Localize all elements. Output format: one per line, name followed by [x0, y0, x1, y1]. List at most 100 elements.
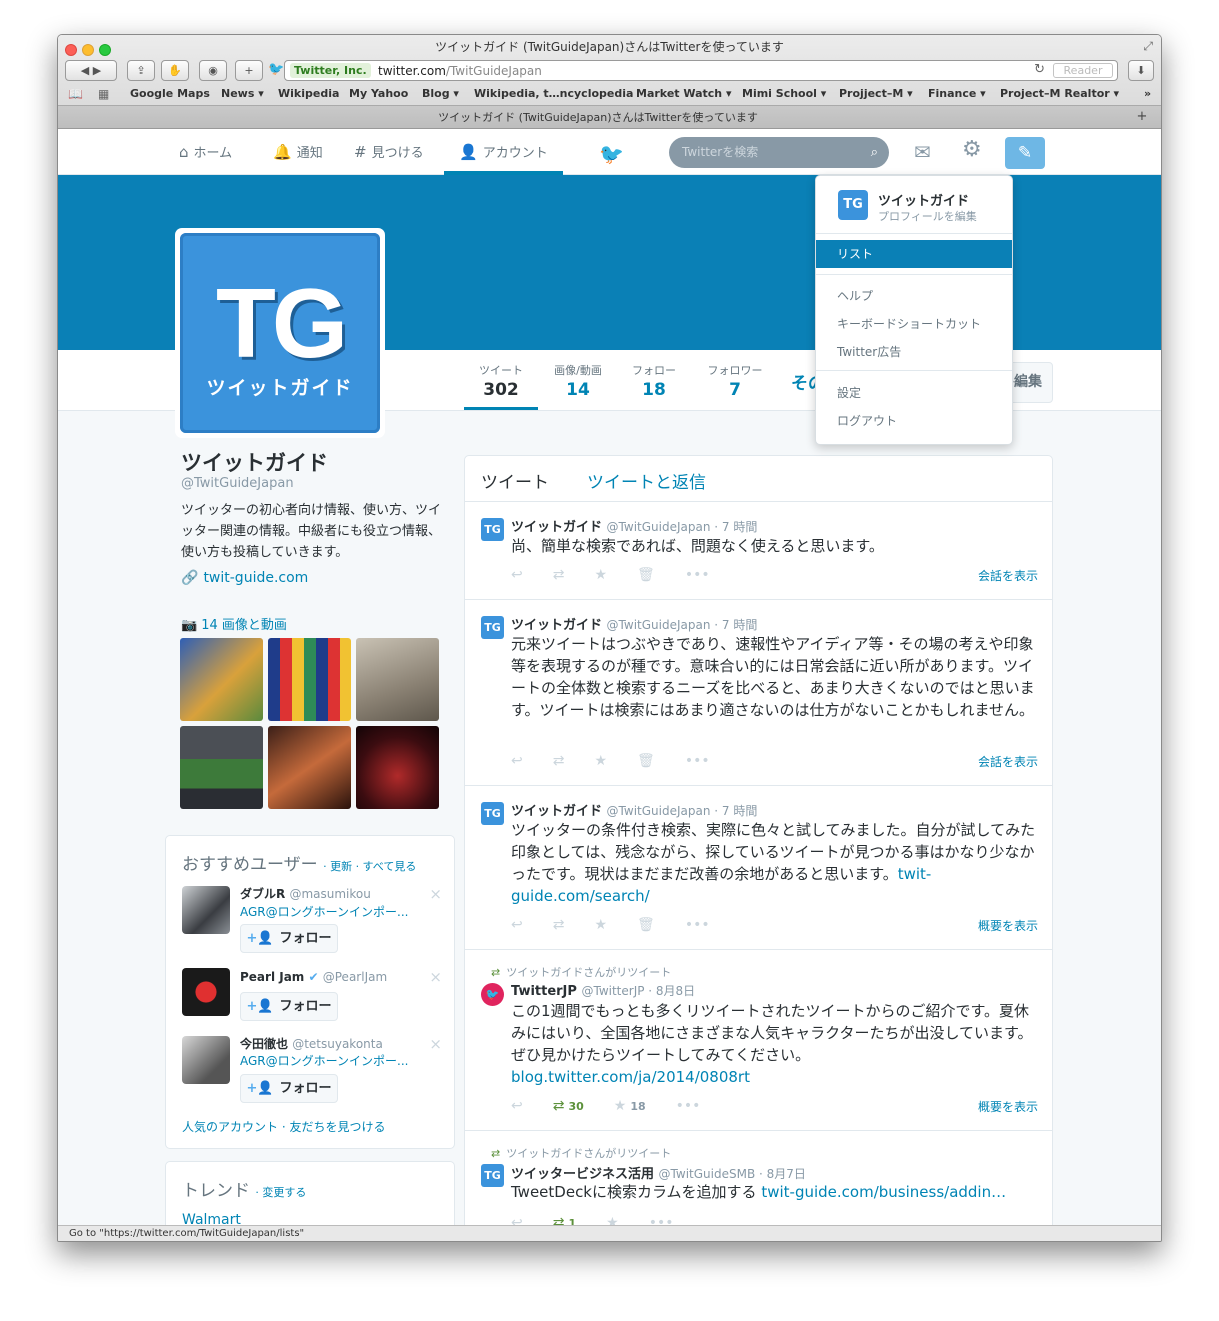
direct-messages-icon[interactable]: ✉ — [914, 140, 931, 164]
avatar[interactable]: TG — [481, 802, 504, 825]
delete-icon[interactable]: 🗑 — [637, 753, 655, 769]
minimize-window-button[interactable] — [82, 44, 94, 56]
tweet-link[interactable]: twit-guide.com/business/addin… — [761, 1183, 1006, 1201]
new-tab-button[interactable]: + — [1131, 108, 1153, 126]
bookmark-item[interactable]: Wikipedia, t…ncyclopedia — [474, 87, 633, 100]
downloads-icon[interactable]: ⬇ — [1128, 60, 1154, 81]
reader-button[interactable]: Reader — [1053, 63, 1113, 78]
follow-button[interactable]: +👤 フォロー — [240, 992, 338, 1021]
photos-header[interactable]: 📷 14 画像と動画 — [181, 614, 287, 633]
close-window-button[interactable] — [65, 44, 77, 56]
suggested-user-context[interactable]: AGR@ロングホーンインポー... — [240, 1052, 408, 1069]
trends-change-link[interactable]: · 変更する — [255, 1186, 306, 1199]
retweet-context[interactable]: ⇄ ツイットガイドさんがリツイート — [491, 964, 671, 980]
follow-button[interactable]: +👤 フォロー — [240, 924, 338, 953]
view-summary-link[interactable]: 概要を表示 — [978, 1098, 1038, 1115]
search-icon[interactable]: ⌕ — [871, 137, 878, 168]
tweet-link[interactable]: blog.twitter.com/ja/2014/0808rt — [511, 1068, 750, 1086]
favorite-icon[interactable]: ★ 18 — [614, 1098, 646, 1114]
retweet-icon[interactable]: ⇄ 30 — [553, 1098, 584, 1114]
tweet[interactable]: TG ツイットガイド @TwitGuideJapan · 7 時間 元来ツイート… — [465, 600, 1052, 786]
zoom-window-button[interactable] — [99, 44, 111, 56]
retweet-icon[interactable]: ⇄ — [553, 917, 565, 933]
photo-thumbnail[interactable] — [356, 638, 439, 721]
bookmark-item[interactable]: Google Maps — [130, 87, 210, 100]
photo-thumbnail[interactable] — [268, 726, 351, 809]
bookmark-item[interactable]: Blog ▾ — [422, 87, 459, 100]
profile-name[interactable]: ツイットガイド — [181, 447, 328, 477]
delete-icon[interactable]: 🗑 — [637, 917, 655, 933]
avatar[interactable]: 🐦 — [481, 983, 504, 1006]
tab-tweets[interactable]: ツイート — [481, 468, 549, 493]
fullscreen-icon[interactable]: ⤢ — [1143, 39, 1153, 54]
favorite-icon[interactable]: ★ — [594, 753, 607, 769]
more-icon[interactable]: ••• — [676, 1098, 701, 1114]
tab-tweets-and-replies[interactable]: ツイートと返信 — [587, 468, 706, 493]
reply-icon[interactable]: ↩ — [511, 1098, 523, 1114]
bookmark-item[interactable]: Market Watch ▾ — [636, 87, 732, 100]
avatar[interactable]: TG — [481, 518, 504, 541]
bookmark-item[interactable]: Finance ▾ — [928, 87, 986, 100]
bookmarks-overflow-icon[interactable]: » — [1144, 87, 1151, 100]
retweet-icon[interactable]: ⇄ — [553, 753, 565, 769]
photo-thumbnail[interactable] — [180, 726, 263, 809]
retweet-icon[interactable]: ⇄ — [553, 567, 565, 583]
tweet[interactable]: TG ツイットガイド @TwitGuideJapan · 7 時間 ツイッターの… — [465, 786, 1052, 950]
profile-url[interactable]: 🔗 twit-guide.com — [181, 570, 308, 586]
tweet[interactable]: ⇄ ツイットガイドさんがリツイート TG ツイッタービジネス活用 @TwitGui… — [465, 1131, 1052, 1227]
reply-icon[interactable]: ↩ — [511, 567, 523, 583]
avatar[interactable] — [182, 1036, 230, 1084]
bookmark-item[interactable]: My Yahoo — [349, 87, 408, 100]
menu-item-lists[interactable]: リスト — [816, 240, 1012, 268]
bookmark-item[interactable]: Projject–M ▾ — [839, 87, 913, 100]
profile-handle[interactable]: @TwitGuideJapan — [181, 476, 294, 491]
more-icon[interactable]: ••• — [685, 567, 710, 583]
stat-photos[interactable]: 画像/動画 14 — [546, 362, 610, 400]
nav-home[interactable]: ⌂ ホーム — [179, 129, 232, 175]
dismiss-icon[interactable]: × — [429, 885, 442, 903]
who-to-follow-footer[interactable]: 人気のアカウント · 友だちを見つける — [182, 1118, 385, 1135]
nav-notifications[interactable]: 🔔 通知 — [273, 129, 323, 175]
tweet-author[interactable]: TwitterJP @TwitterJP · 8月8日 — [511, 982, 695, 999]
reload-icon[interactable]: ↻ — [1034, 62, 1045, 77]
avatar[interactable]: TG — [838, 190, 868, 220]
reading-list-icon[interactable]: 📖 — [68, 87, 83, 101]
hand-icon[interactable]: ✋ — [161, 60, 189, 81]
bookmark-item[interactable]: Mimi School ▾ — [742, 87, 826, 100]
bookmark-item[interactable]: News ▾ — [221, 87, 264, 100]
nav-account[interactable]: 👤 アカウント — [444, 129, 563, 175]
avatar[interactable]: TG — [481, 616, 504, 639]
search-input[interactable]: Twitterを検索 ⌕ — [669, 137, 889, 168]
retweet-context[interactable]: ⇄ ツイットガイドさんがリツイート — [491, 1145, 671, 1161]
suggested-user-context[interactable]: AGR@ロングホーンインポー... — [240, 903, 408, 920]
profile-avatar[interactable]: TG ツイットガイド — [180, 233, 380, 433]
extension-icon[interactable]: ◉ — [199, 60, 227, 81]
tweet-author[interactable]: ツイッタービジネス活用 @TwitGuideSMB · 8月7日 — [511, 1163, 806, 1182]
reply-icon[interactable]: ↩ — [511, 917, 523, 933]
menu-item-logout[interactable]: ログアウト — [837, 412, 897, 429]
menu-item-keyboard-shortcuts[interactable]: キーボードショートカット — [837, 315, 981, 332]
bookmark-item[interactable]: Project–M Realtor ▾ — [1000, 87, 1119, 100]
photo-thumbnail[interactable] — [180, 638, 263, 721]
stat-tweets[interactable]: ツイート 302 — [464, 362, 538, 410]
more-icon[interactable]: ••• — [685, 753, 710, 769]
url-text[interactable]: twitter.com/TwitGuideJapan — [378, 63, 542, 79]
active-tab[interactable]: ツイットガイド (TwitGuideJapan)さんはTwitterを使っていま… — [66, 108, 1130, 128]
ev-certificate-badge[interactable]: Twitter, Inc. — [290, 63, 371, 78]
nav-discover[interactable]: # 見つける — [354, 129, 424, 175]
share-icon[interactable]: ⇪ — [127, 60, 155, 81]
add-bookmark-icon[interactable]: + — [235, 60, 263, 81]
gear-icon[interactable]: ⚙ — [962, 137, 982, 162]
dropdown-edit-profile[interactable]: プロフィールを編集 — [878, 208, 977, 224]
follow-button[interactable]: +👤 フォロー — [240, 1074, 338, 1103]
top-sites-icon[interactable]: ▦ — [98, 87, 109, 101]
dismiss-icon[interactable]: × — [429, 1035, 442, 1053]
suggested-user-name[interactable]: Pearl Jam ✔ @PearlJam — [240, 970, 387, 984]
tweet[interactable]: TG ツイットガイド @TwitGuideJapan · 7 時間 尚、簡単な検… — [465, 502, 1052, 600]
view-conversation-link[interactable]: 会話を表示 — [978, 753, 1038, 770]
menu-item-settings[interactable]: 設定 — [837, 384, 861, 401]
menu-item-help[interactable]: ヘルプ — [837, 287, 873, 304]
stat-followers[interactable]: フォロワー 7 — [700, 362, 770, 400]
delete-icon[interactable]: 🗑 — [637, 567, 655, 583]
tweet-author[interactable]: ツイットガイド @TwitGuideJapan · 7 時間 — [511, 800, 757, 819]
